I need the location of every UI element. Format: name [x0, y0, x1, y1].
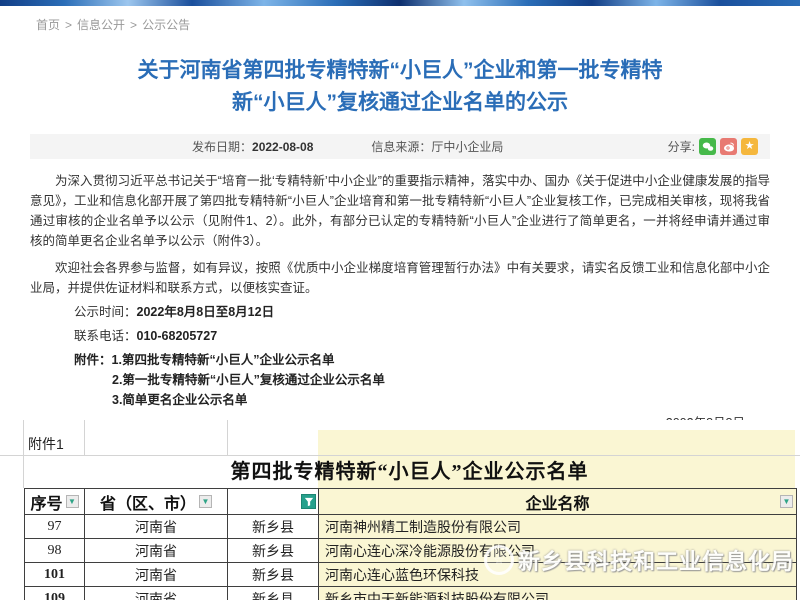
page-title-line2: 新“小巨人”复核通过企业名单的公示: [232, 91, 568, 114]
attachment-cell-row: 附件1: [0, 430, 800, 456]
cell-county: 新乡县: [228, 515, 319, 539]
breadcrumb-separator: >: [130, 18, 137, 32]
cell-county: 新乡县: [228, 539, 319, 563]
publicity-time-line: 公示时间：2022年8月8日至8月12日: [30, 302, 770, 322]
table-row: 97 河南省 新乡县 河南神州精工制造股份有限公司: [25, 515, 797, 539]
attachment1-cell: 附件1: [28, 434, 64, 454]
breadcrumb: 首页 > 信息公开 > 公示公告: [36, 16, 800, 31]
cell-province: 河南省: [85, 515, 228, 539]
cell-no: 97: [25, 515, 85, 539]
breadcrumb-home[interactable]: 首页: [36, 18, 60, 32]
cell-company: 新乡市中天新能源科技股份有限公司: [319, 587, 797, 600]
table-row: 98 河南省 新乡县 河南心连心深冷能源股份有限公司: [25, 539, 797, 563]
table-header-row: 序号▼ 省（区、市）▼ 企业名称▼: [25, 489, 797, 515]
info-source: 信息来源：厅中小企业局: [371, 138, 503, 155]
share-label: 分享:: [668, 138, 695, 155]
spreadsheet-area: 附件1 第四批专精特新“小巨人”企业公示名单 序号▼ 省（区、市）▼ 企业名称▼…: [0, 420, 800, 600]
filter-dropdown-icon[interactable]: ▼: [780, 495, 793, 508]
attachment-item-3: 3.简单更名企业公示名单: [30, 390, 770, 410]
contact-phone-line: 联系电话：010-68205727: [30, 326, 770, 346]
favorite-star-icon[interactable]: ★: [741, 138, 758, 155]
article-body: 关于河南省第四批专精特新“小巨人”企业和第一批专精特 新“小巨人”复核通过企业名…: [30, 55, 770, 431]
cell-county: 新乡县: [228, 563, 319, 587]
filter-dropdown-icon[interactable]: ▼: [199, 495, 212, 508]
paragraph-2: 欢迎社会各界参与监督，如有异议，按照《优质中小企业梯度培育管理暂行办法》中有关要…: [30, 258, 770, 298]
page-title: 关于河南省第四批专精特新“小巨人”企业和第一批专精特 新“小巨人”复核通过企业名…: [30, 55, 770, 118]
filter-funnel-icon[interactable]: [301, 494, 316, 509]
header-company: 企业名称▼: [319, 489, 797, 515]
publish-date: 发布日期：2022-08-08: [192, 138, 313, 155]
cell-no: 98: [25, 539, 85, 563]
paragraph-1: 为深入贯彻习近平总书记关于“培育一批‘专精特新’中小企业”的重要指示精神，落实中…: [30, 171, 770, 251]
cell-company: 河南心连心蓝色环保科技: [319, 563, 797, 587]
cell-no: 101: [25, 563, 85, 587]
top-blue-band: [0, 0, 800, 6]
table-row: 109 河南省 新乡县 新乡市中天新能源科技股份有限公司: [25, 587, 797, 600]
cell-company: 河南神州精工制造股份有限公司: [319, 515, 797, 539]
cell-company: 河南心连心深冷能源股份有限公司: [319, 539, 797, 563]
header-no: 序号▼: [25, 489, 85, 515]
header-province: 省（区、市）▼: [85, 489, 228, 515]
meta-bar: 发布日期：2022-08-08 信息来源：厅中小企业局 分享: ★: [30, 134, 770, 159]
wechat-share-icon[interactable]: [699, 138, 716, 155]
cell-county: 新乡县: [228, 587, 319, 600]
table-row: 101 河南省 新乡县 河南心连心蓝色环保科技: [25, 563, 797, 587]
attachments-block: 附件：1.第四批专精特新“小巨人”企业公示名单 2.第一批专精特新“小巨人”复核…: [30, 350, 770, 410]
cell-province: 河南省: [85, 587, 228, 600]
cell-province: 河南省: [85, 563, 228, 587]
breadcrumb-separator: >: [65, 18, 72, 32]
weibo-share-icon[interactable]: [720, 138, 737, 155]
cell-province: 河南省: [85, 539, 228, 563]
cell-no: 109: [25, 587, 85, 600]
attachment-item-1: 附件：1.第四批专精特新“小巨人”企业公示名单: [30, 350, 770, 370]
breadcrumb-announcements[interactable]: 公示公告: [142, 18, 190, 32]
attachment-item-2: 2.第一批专精特新“小巨人”复核通过企业公示名单: [30, 370, 770, 390]
page-title-line1: 关于河南省第四批专精特新“小巨人”企业和第一批专精特: [138, 59, 663, 82]
sheet-title-row: 第四批专精特新“小巨人”企业公示名单: [24, 456, 795, 488]
sheet-title: 第四批专精特新“小巨人”企业公示名单: [231, 461, 589, 483]
enterprise-table: 序号▼ 省（区、市）▼ 企业名称▼ 97 河南省 新乡县 河南神州精工制造股份有…: [24, 488, 797, 600]
share-box: 分享: ★: [668, 138, 758, 155]
header-county: [228, 489, 319, 515]
breadcrumb-info-disclosure[interactable]: 信息公开: [77, 18, 125, 32]
filter-dropdown-icon[interactable]: ▼: [66, 495, 79, 508]
